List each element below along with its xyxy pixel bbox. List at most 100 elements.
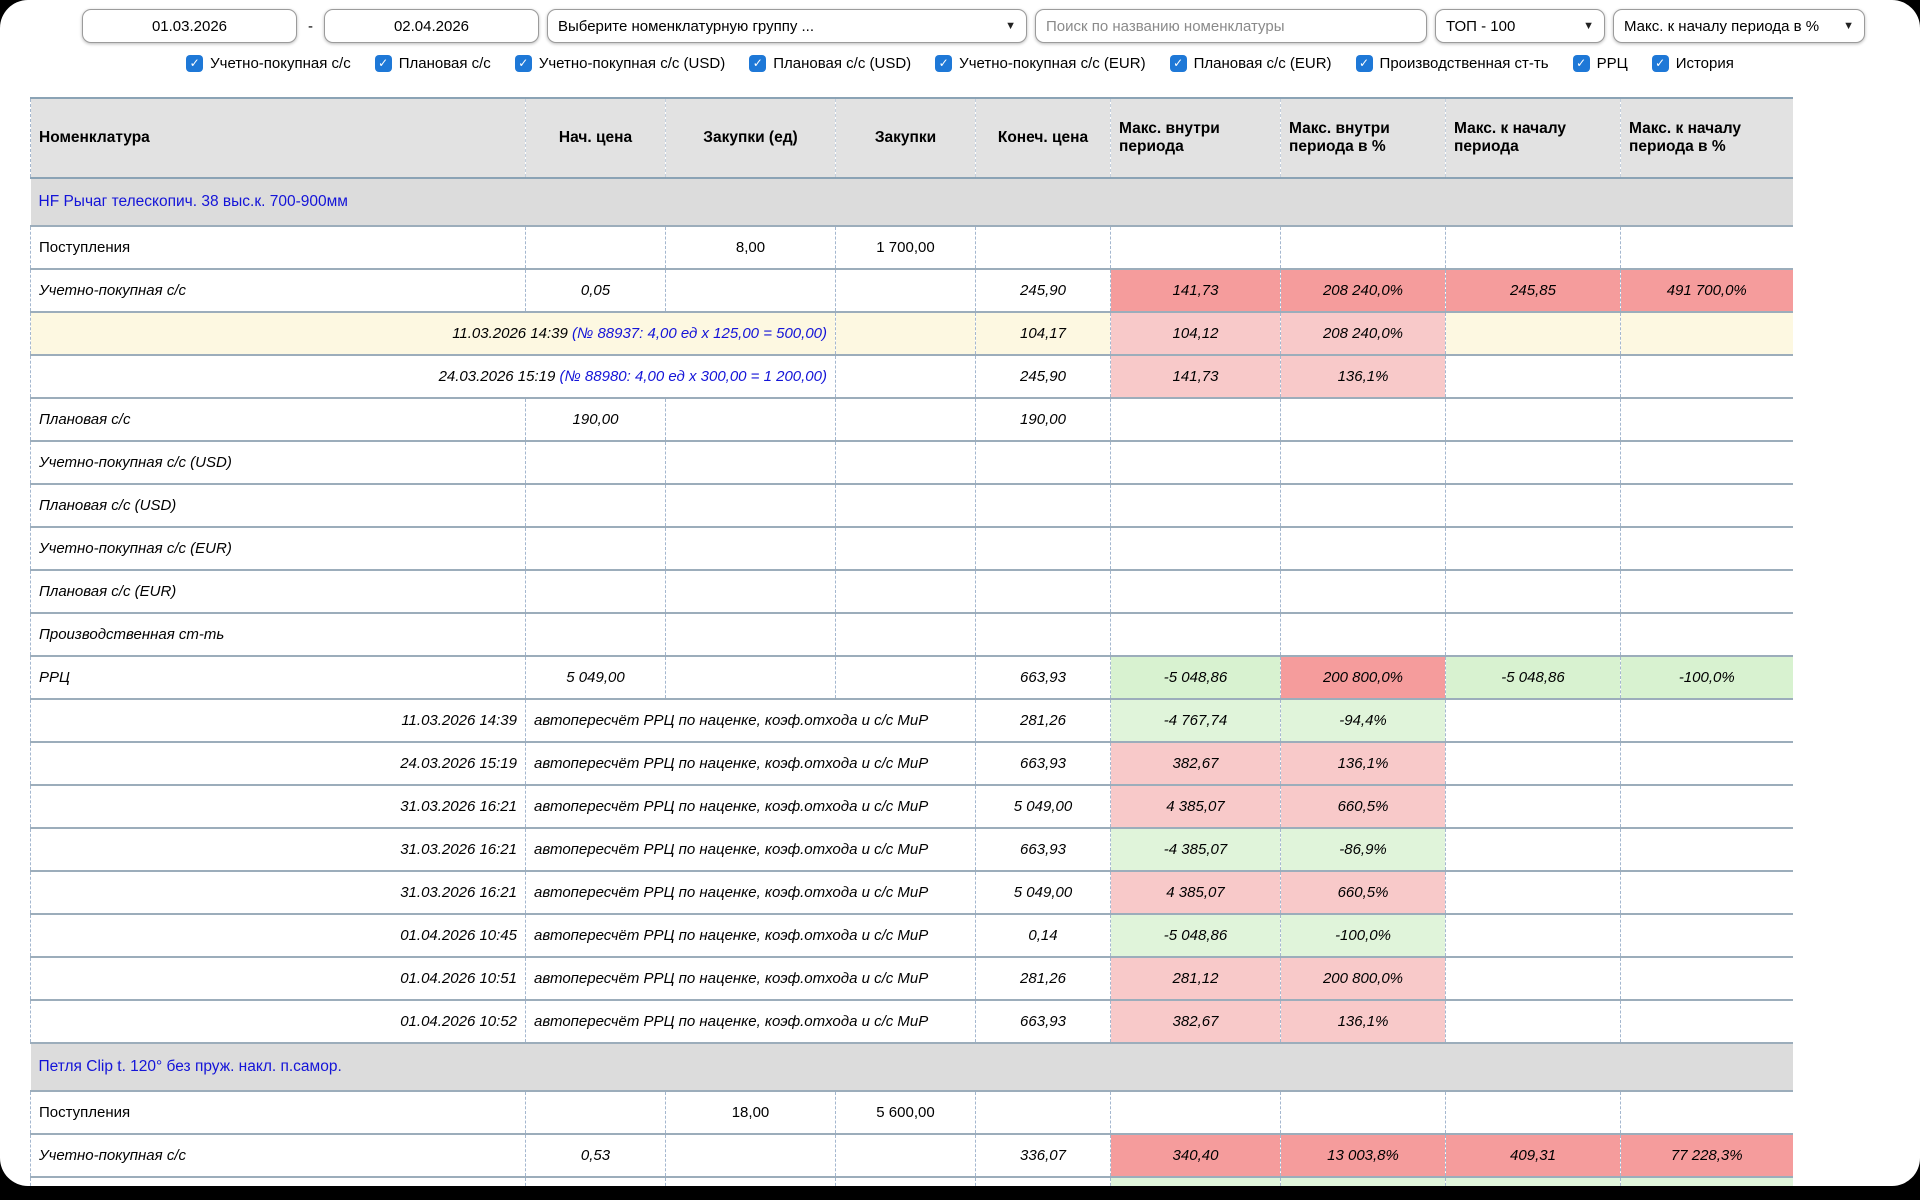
document-link[interactable]: (№ 88937: 4,00 ед x 125,00 = 500,00) xyxy=(572,325,827,342)
cell-max-to-start xyxy=(1446,355,1621,398)
cell-max-in-period: 340,40 xyxy=(1111,1134,1281,1177)
table-row: Учетно-покупная с/с (EUR) xyxy=(31,527,1793,570)
table-row: Поступления 8,001 700,00 xyxy=(31,226,1793,269)
filter-checkbox-6[interactable]: ✓Производственная ст-ть xyxy=(1356,55,1549,72)
group-title-link[interactable]: Петля Clip t. 120° без пруж. накл. п.сам… xyxy=(31,1043,1793,1091)
filter-checkbox-2[interactable]: ✓ Учетно-покупная с/с (USD) xyxy=(515,55,725,72)
checkbox-checked-icon[interactable]: ✓ xyxy=(1652,55,1669,72)
cell-max-in-period: -4 385,07 xyxy=(1111,828,1281,871)
column-header-5[interactable]: Макс. внутри периода xyxy=(1111,98,1281,178)
table-row: 11.03.2026 14:39 (№ 88937: 4,00 ед x 125… xyxy=(31,312,1793,355)
checkbox-checked-icon[interactable]: ✓ xyxy=(1170,55,1187,72)
table-row: 01.04.2026 10:51автопересчёт РРЦ по наце… xyxy=(31,957,1793,1000)
cell-max-to-start xyxy=(1446,1000,1621,1043)
checkbox-checked-icon[interactable]: ✓ xyxy=(749,55,766,72)
cell-max-in-period-pct xyxy=(1281,398,1446,441)
filter-label: История xyxy=(1676,55,1734,72)
row-label: Плановая с/с xyxy=(31,398,526,441)
checkbox-checked-icon[interactable]: ✓ xyxy=(375,55,392,72)
checkbox-checked-icon[interactable]: ✓ xyxy=(1356,55,1373,72)
cell-end-price xyxy=(976,1091,1111,1134)
cell-max-to-start xyxy=(1446,828,1621,871)
cell-max-to-start xyxy=(1446,957,1621,1000)
column-header-2[interactable]: Закупки (ед) xyxy=(666,98,836,178)
filter-checkbox-5[interactable]: ✓Плановая с/с (EUR) xyxy=(1170,55,1332,72)
cell-start-price: 0,53 xyxy=(526,1134,666,1177)
column-header-6[interactable]: Макс. внутри периода в % xyxy=(1281,98,1446,178)
group-title-link[interactable]: HF Рычаг телескопич. 38 выс.к. 700-900мм xyxy=(31,178,1793,226)
cell-max-to-start-pct xyxy=(1621,312,1793,355)
column-header-7[interactable]: Макс. к началу периода xyxy=(1446,98,1621,178)
cell-max-in-period-pct xyxy=(1281,1091,1446,1134)
history-description: автопересчёт РРЦ по наценке, коэф.отхода… xyxy=(526,957,976,1000)
filter-checkbox-1[interactable]: ✓Плановая с/с xyxy=(375,55,491,72)
checkbox-checked-icon[interactable]: ✓ xyxy=(935,55,952,72)
history-description: автопересчёт РРЦ по наценке, коэф.отхода… xyxy=(526,914,976,957)
cell-end-price: 0,14 xyxy=(976,914,1111,957)
cell-max-to-start xyxy=(1446,871,1621,914)
cell-purchases-sum xyxy=(836,484,976,527)
history-description: автопересчёт РРЦ по наценке, коэф.отхода… xyxy=(526,871,976,914)
row-label: РРЦ xyxy=(31,656,526,699)
history-date: 31.03.2026 16:21 xyxy=(31,871,526,914)
cell-max-in-period xyxy=(1111,613,1281,656)
app-window: 01.03.2026 - 02.04.2026 Выберите номенкл… xyxy=(0,0,1920,1186)
checkbox-checked-icon[interactable]: ✓ xyxy=(186,55,203,72)
cell-max-in-period-pct: 208 240,0% xyxy=(1281,269,1446,312)
cell-max-to-start xyxy=(1446,699,1621,742)
cell-end-price xyxy=(976,484,1111,527)
column-header-1[interactable]: Нач. цена xyxy=(526,98,666,178)
filter-checkbox-7[interactable]: ✓РРЦ xyxy=(1573,55,1628,72)
filter-checkbox-row: ✓Учетно-покупная с/с✓Плановая с/с✓Учетно… xyxy=(0,47,1920,79)
checkbox-checked-icon[interactable]: ✓ xyxy=(515,55,532,72)
cell-purchases-sum xyxy=(836,527,976,570)
history-date: 24.03.2026 15:19 xyxy=(439,368,560,385)
cell-max-to-start-pct xyxy=(1621,527,1793,570)
document-link[interactable]: (№ 88980: 4,00 ед x 300,00 = 1 200,00) xyxy=(560,368,827,385)
cell-max-to-start xyxy=(1446,613,1621,656)
filter-checkbox-4[interactable]: ✓Учетно-покупная с/с (EUR) xyxy=(935,55,1145,72)
row-label: Учетно-покупная с/с (USD) xyxy=(31,441,526,484)
checkbox-checked-icon[interactable]: ✓ xyxy=(1573,55,1590,72)
date-from-input[interactable]: 01.03.2026 xyxy=(82,9,297,43)
toolbar: 01.03.2026 - 02.04.2026 Выберите номенкл… xyxy=(82,7,1865,45)
table-row: 01.04.2026 10:52автопересчёт РРЦ по наце… xyxy=(31,1000,1793,1043)
column-header-4[interactable]: Конеч. цена xyxy=(976,98,1111,178)
cell-max-to-start xyxy=(1446,570,1621,613)
cell-max-to-start-pct xyxy=(1621,355,1793,398)
sort-mode-select[interactable]: Макс. к началу периода в % ▼ xyxy=(1613,9,1865,43)
column-header-8[interactable]: Макс. к началу периода в % xyxy=(1621,98,1793,178)
cell-end-price: 663,93 xyxy=(976,1000,1111,1043)
filter-checkbox-0[interactable]: ✓Учетно-покупная с/с xyxy=(186,55,351,72)
filter-checkbox-3[interactable]: ✓Плановая с/с (USD) xyxy=(749,55,911,72)
row-label: Поступления xyxy=(31,226,526,269)
cell-end-price: 663,93 xyxy=(976,828,1111,871)
cell-end-price xyxy=(976,1177,1111,1186)
column-header-3[interactable]: Закупки xyxy=(836,98,976,178)
cell-max-in-period: 141,73 xyxy=(1111,269,1281,312)
table-row: Производственная ст-ть xyxy=(31,613,1793,656)
column-header-0[interactable]: Номенклатура xyxy=(31,98,526,178)
cell-max-to-start-pct: -100,0% xyxy=(1621,656,1793,699)
history-date: 24.03.2026 15:19 xyxy=(31,742,526,785)
top-n-select[interactable]: ТОП - 100 ▼ xyxy=(1435,9,1605,43)
date-to-input[interactable]: 02.04.2026 xyxy=(324,9,539,43)
cell-purchases-sum xyxy=(836,355,976,398)
date-from-value: 01.03.2026 xyxy=(152,18,227,35)
cell-max-to-start-pct xyxy=(1621,441,1793,484)
table-row: 31.03.2026 16:21автопересчёт РРЦ по наце… xyxy=(31,871,1793,914)
filter-label: Учетно-покупная с/с (USD) xyxy=(539,55,725,72)
search-input[interactable]: Поиск по названию номенклатуры xyxy=(1035,9,1427,43)
cell-purchases-sum xyxy=(836,398,976,441)
nomenclature-group-select[interactable]: Выберите номенклатурную группу ... ▼ xyxy=(547,9,1027,43)
cell-purchases-units: 8,00 xyxy=(666,226,836,269)
cell-max-in-period: -4 767,74 xyxy=(1111,699,1281,742)
cell-max-to-start-pct xyxy=(1621,613,1793,656)
cell-max-in-period: 4 385,07 xyxy=(1111,785,1281,828)
filter-checkbox-8[interactable]: ✓ История xyxy=(1652,55,1734,72)
row-label xyxy=(31,1177,526,1186)
table-row: 31.03.2026 16:21автопересчёт РРЦ по наце… xyxy=(31,785,1793,828)
cell-purchases-sum: 1 700,00 xyxy=(836,226,976,269)
cell-purchases-sum: 5 600,00 xyxy=(836,1091,976,1134)
history-description: автопересчёт РРЦ по наценке, коэф.отхода… xyxy=(526,742,976,785)
